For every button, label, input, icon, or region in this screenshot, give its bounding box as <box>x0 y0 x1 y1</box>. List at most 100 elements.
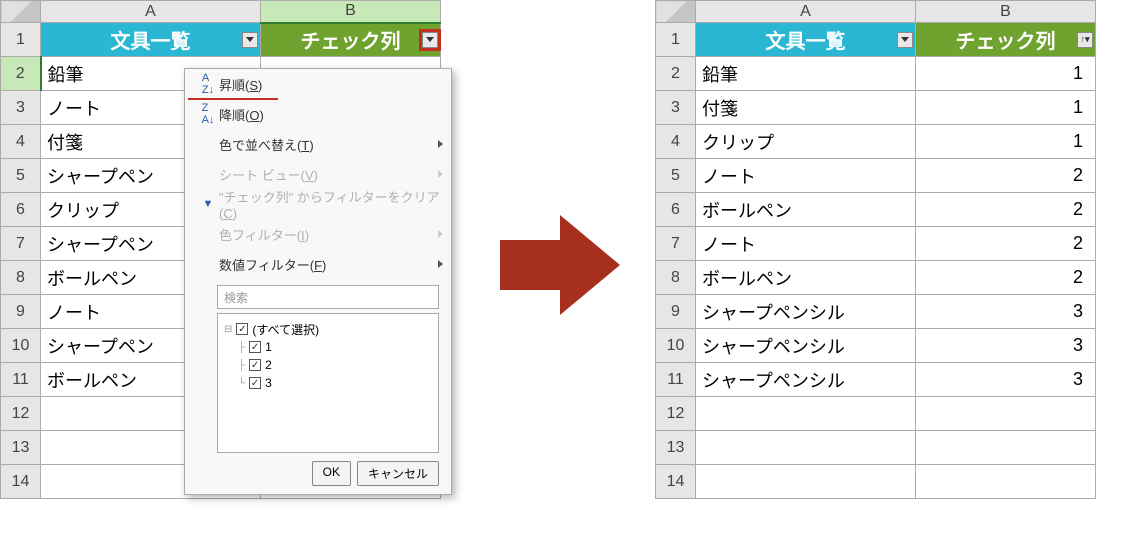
tree-item[interactable]: └ ✓ 3 <box>224 374 432 392</box>
dropdown-icon <box>901 37 909 42</box>
tree-line-icon: └ <box>238 378 245 389</box>
row-header[interactable]: 14 <box>656 465 696 499</box>
menu-label: 色で並べ替え(T) <box>219 135 438 154</box>
cell[interactable]: 2 <box>916 227 1096 261</box>
row-header[interactable]: 1 <box>1 23 41 57</box>
checkbox-icon[interactable]: ✓ <box>249 341 261 353</box>
row-header[interactable]: 2 <box>656 57 696 91</box>
tree-label: 2 <box>265 358 272 372</box>
row-header[interactable]: 8 <box>656 261 696 295</box>
row-header[interactable]: 10 <box>1 329 41 363</box>
filter-search-input[interactable]: 検索 <box>217 285 439 309</box>
filter-button-A[interactable] <box>242 32 258 48</box>
table-header-A[interactable]: 文具一覧 <box>696 23 916 57</box>
row-header[interactable]: 8 <box>1 261 41 295</box>
transition-arrow-icon <box>500 215 620 315</box>
row-header[interactable]: 3 <box>1 91 41 125</box>
filter-button-B[interactable] <box>422 32 438 48</box>
cell[interactable]: 3 <box>916 363 1096 397</box>
cell[interactable]: ノート <box>696 159 916 193</box>
tree-item[interactable]: ├ ✓ 2 <box>224 356 432 374</box>
checkbox-icon[interactable]: ✓ <box>249 359 261 371</box>
cell[interactable] <box>696 431 916 465</box>
menu-sort-ascending[interactable]: AZ↓ 昇順(S) <box>185 69 451 99</box>
cell[interactable]: シャープペンシル <box>696 295 916 329</box>
cell[interactable]: 鉛筆 <box>696 57 916 91</box>
checkbox-icon[interactable]: ✓ <box>249 377 261 389</box>
row-header[interactable]: 2 <box>1 57 41 91</box>
cell[interactable]: シャープペンシル <box>696 329 916 363</box>
cell[interactable]: ボールペン <box>696 261 916 295</box>
row-header[interactable]: 6 <box>1 193 41 227</box>
tree-line-icon: ├ <box>238 342 245 353</box>
filter-button-A[interactable] <box>897 32 913 48</box>
menu-clear-filter: ▼ "チェック列" からフィルターをクリア(C) <box>185 189 451 219</box>
tree-line-icon: ├ <box>238 360 245 371</box>
menu-number-filter[interactable]: 数値フィルター(F) <box>185 249 451 279</box>
cell[interactable]: 3 <box>916 329 1096 363</box>
col-header-A[interactable]: A <box>696 1 916 23</box>
select-all-corner[interactable] <box>656 1 696 23</box>
row-header[interactable]: 9 <box>1 295 41 329</box>
cell[interactable]: シャープペンシル <box>696 363 916 397</box>
row-header[interactable]: 13 <box>1 431 41 465</box>
row-header[interactable]: 4 <box>656 125 696 159</box>
row-header[interactable]: 9 <box>656 295 696 329</box>
cell[interactable] <box>916 397 1096 431</box>
row-header[interactable]: 12 <box>1 397 41 431</box>
filter-button-B-sorted[interactable]: ↑▾ <box>1077 32 1093 48</box>
row-header[interactable]: 14 <box>1 465 41 499</box>
cell[interactable] <box>916 465 1096 499</box>
row-header[interactable]: 6 <box>656 193 696 227</box>
submenu-arrow-icon <box>438 170 443 178</box>
checkbox-icon[interactable]: ✓ <box>236 323 248 335</box>
tree-item[interactable]: ├ ✓ 1 <box>224 338 432 356</box>
cell[interactable] <box>916 431 1096 465</box>
cell[interactable]: ボールペン <box>696 193 916 227</box>
cell[interactable]: 1 <box>916 125 1096 159</box>
cell[interactable] <box>696 465 916 499</box>
row-header[interactable]: 4 <box>1 125 41 159</box>
row-header[interactable]: 11 <box>1 363 41 397</box>
row-header[interactable]: 13 <box>656 431 696 465</box>
filter-values-tree[interactable]: ⊟ ✓ (すべて選択) ├ ✓ 1 ├ ✓ 2 └ ✓ 3 <box>217 313 439 453</box>
tree-select-all[interactable]: ⊟ ✓ (すべて選択) <box>224 320 432 338</box>
cell[interactable]: 3 <box>916 295 1096 329</box>
submenu-arrow-icon <box>438 140 443 148</box>
row-header[interactable]: 7 <box>1 227 41 261</box>
menu-sort-by-color[interactable]: 色で並べ替え(T) <box>185 129 451 159</box>
col-header-B[interactable]: B <box>261 1 441 23</box>
select-all-corner[interactable] <box>1 1 41 23</box>
row-header[interactable]: 3 <box>656 91 696 125</box>
cell[interactable]: 1 <box>916 91 1096 125</box>
row-header[interactable]: 5 <box>656 159 696 193</box>
table-header-B[interactable]: チェック列 <box>261 23 441 57</box>
cell[interactable]: 付箋 <box>696 91 916 125</box>
row-header[interactable]: 12 <box>656 397 696 431</box>
row-header[interactable]: 10 <box>656 329 696 363</box>
cell[interactable] <box>696 397 916 431</box>
spreadsheet-right[interactable]: A B 1 文具一覧 チェック列 ↑▾ 2鉛筆1 3付箋1 4クリップ1 5ノー… <box>655 0 1096 499</box>
cell[interactable]: 2 <box>916 261 1096 295</box>
menu-sort-descending[interactable]: ZA↓ 降順(O) <box>185 99 451 129</box>
tree-label: (すべて選択) <box>252 321 319 338</box>
row-header[interactable]: 5 <box>1 159 41 193</box>
menu-label: "チェック列" からフィルターをクリア(C) <box>219 187 443 221</box>
cell[interactable]: ノート <box>696 227 916 261</box>
sort-desc-icon: ZA↓ <box>197 102 219 126</box>
header-label: 文具一覧 <box>766 31 846 53</box>
row-header[interactable]: 1 <box>656 23 696 57</box>
cell[interactable]: クリップ <box>696 125 916 159</box>
row-header[interactable]: 11 <box>656 363 696 397</box>
cell[interactable]: 1 <box>916 57 1096 91</box>
col-header-B[interactable]: B <box>916 1 1096 23</box>
ok-button[interactable]: OK <box>312 461 351 486</box>
menu-label: 色フィルター(I) <box>219 225 438 244</box>
cell[interactable]: 2 <box>916 159 1096 193</box>
table-header-B[interactable]: チェック列 ↑▾ <box>916 23 1096 57</box>
cell[interactable]: 2 <box>916 193 1096 227</box>
cancel-button[interactable]: キャンセル <box>357 461 439 486</box>
col-header-A[interactable]: A <box>41 1 261 23</box>
table-header-A[interactable]: 文具一覧 <box>41 23 261 57</box>
row-header[interactable]: 7 <box>656 227 696 261</box>
